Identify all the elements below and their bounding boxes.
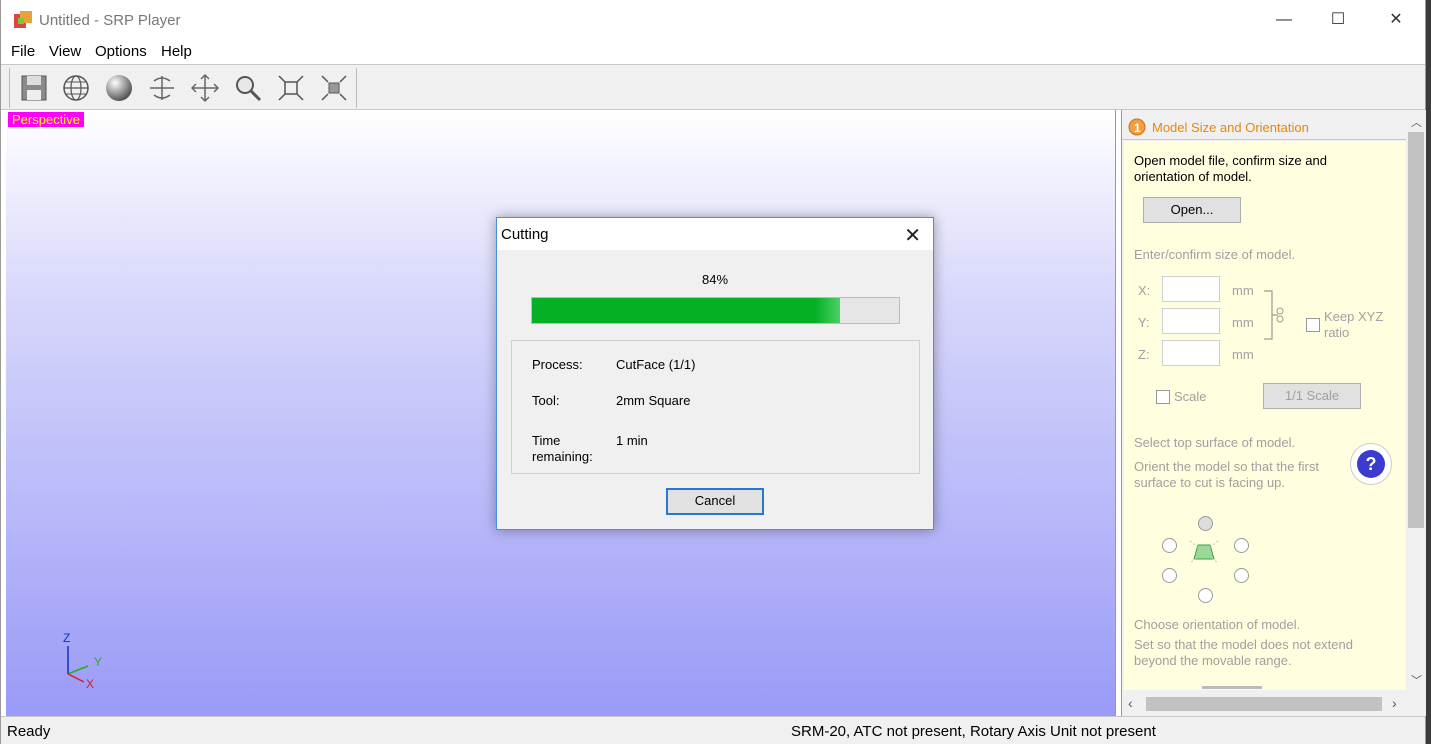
- keep-ratio-label-2: ratio: [1324, 325, 1350, 340]
- wireframe-globe-icon[interactable]: [60, 72, 92, 104]
- cutting-dialog: Cutting ✕ 84% Process: CutFace (1/1) Too…: [496, 217, 934, 530]
- intro-line-2: orientation of model.: [1134, 169, 1252, 184]
- menu-options[interactable]: Options: [95, 43, 147, 60]
- axis-indicator: Z Y X: [63, 631, 102, 690]
- status-machine: SRM-20, ATC not present, Rotary Axis Uni…: [791, 723, 1156, 740]
- top-surface-heading: Select top surface of model.: [1134, 435, 1296, 450]
- toolbar-group: [9, 68, 357, 108]
- y-size-field[interactable]: [1162, 308, 1220, 334]
- cancel-button[interactable]: Cancel: [666, 488, 764, 515]
- shaded-sphere-icon[interactable]: [103, 72, 135, 104]
- save-icon[interactable]: [18, 72, 50, 104]
- link-bracket-icon: [1264, 290, 1284, 340]
- orient-radio-left-lower[interactable]: [1162, 568, 1177, 583]
- dialog-title-bar[interactable]: Cutting ✕: [497, 218, 933, 250]
- orient-radio-right-upper[interactable]: [1234, 538, 1249, 553]
- help-button[interactable]: ?: [1350, 443, 1392, 485]
- zoom-icon[interactable]: [232, 72, 264, 104]
- window-title: Untitled - SRP Player: [39, 12, 181, 29]
- status-bar: Ready SRM-20, ATC not present, Rotary Ax…: [1, 716, 1425, 744]
- orient-line-2: surface to cut is facing up.: [1134, 475, 1286, 490]
- range-line-2: beyond the movable range.: [1134, 653, 1292, 668]
- model-size-panel: 1 Model Size and Orientation Open model …: [1121, 110, 1426, 716]
- time-label-line-1: Time: [532, 433, 561, 448]
- menu-view[interactable]: View: [49, 43, 81, 60]
- z-label: Z:: [1138, 347, 1150, 362]
- scroll-up-icon[interactable]: ︿: [1411, 114, 1422, 130]
- dialog-title: Cutting: [501, 226, 549, 243]
- z-size-field[interactable]: [1162, 340, 1220, 366]
- keep-ratio-label-1: Keep XYZ: [1324, 309, 1384, 324]
- time-label-line-2: remaining:: [532, 449, 593, 464]
- tool-label: Tool:: [532, 393, 560, 408]
- pan-icon[interactable]: [189, 72, 221, 104]
- x-unit: mm: [1232, 283, 1254, 298]
- one-to-one-scale-button[interactable]: 1/1 Scale: [1263, 383, 1361, 409]
- model-orientation-icon: [1189, 540, 1219, 564]
- keep-ratio-checkbox[interactable]: [1306, 318, 1320, 332]
- scroll-left-icon[interactable]: ‹: [1128, 695, 1133, 711]
- tool-value: 2mm Square: [616, 393, 691, 408]
- app-logo-icon: [14, 11, 32, 28]
- menu-help[interactable]: Help: [161, 43, 192, 60]
- perspective-label: Perspective: [8, 112, 84, 127]
- intro-line-1: Open model file, confirm size and: [1134, 153, 1327, 168]
- background-window-edge: [1426, 0, 1431, 744]
- progress-percent: 84%: [701, 272, 729, 287]
- axis-x-label: X: [86, 677, 94, 690]
- x-label: X:: [1138, 283, 1151, 298]
- next-hint-bar: [1202, 686, 1262, 689]
- panel-title: Model Size and Orientation: [1152, 120, 1309, 135]
- close-button[interactable]: ✕: [1367, 0, 1425, 40]
- job-info-box: Process: CutFace (1/1) Tool: 2mm Square …: [511, 340, 920, 474]
- rotate-icon[interactable]: [146, 72, 178, 104]
- panel-vertical-scrollbar[interactable]: ︿ ﹀: [1406, 112, 1426, 688]
- choose-orientation-heading: Choose orientation of model.: [1134, 617, 1301, 632]
- scroll-right-icon[interactable]: ›: [1392, 695, 1397, 711]
- scale-label: Scale: [1174, 389, 1207, 404]
- vertical-scroll-thumb[interactable]: [1408, 132, 1424, 528]
- orient-radio-left-upper[interactable]: [1162, 538, 1177, 553]
- status-ready: Ready: [7, 723, 51, 740]
- menu-file[interactable]: File: [11, 43, 35, 60]
- maximize-button[interactable]: ☐: [1309, 0, 1367, 40]
- y-label: Y:: [1138, 315, 1150, 330]
- y-unit: mm: [1232, 315, 1254, 330]
- orient-line-1: Orient the model so that the first: [1134, 459, 1319, 474]
- dialog-close-button[interactable]: ✕: [904, 223, 921, 248]
- orient-radio-right-lower[interactable]: [1234, 568, 1249, 583]
- panel-header: 1 Model Size and Orientation: [1122, 112, 1406, 140]
- orient-radio-top[interactable]: [1198, 516, 1213, 531]
- axis-y-label: Y: [94, 655, 102, 669]
- panel-body: Open model file, confirm size and orient…: [1124, 141, 1406, 690]
- orient-radio-bottom[interactable]: [1198, 588, 1213, 603]
- open-button[interactable]: Open...: [1143, 197, 1241, 223]
- axis-z-label: Z: [63, 631, 70, 645]
- menu-bar: File View Options Help: [1, 40, 1425, 64]
- progress-bar-fill: [532, 298, 841, 323]
- process-value: CutFace (1/1): [616, 357, 696, 372]
- help-icon: ?: [1357, 450, 1385, 478]
- z-unit: mm: [1232, 347, 1254, 362]
- time-remaining-value: 1 min: [616, 433, 648, 448]
- progress-bar: [531, 297, 900, 324]
- panel-horizontal-scrollbar[interactable]: ‹ ›: [1124, 694, 1406, 714]
- view-icon[interactable]: [318, 72, 350, 104]
- process-label: Process:: [532, 357, 583, 372]
- minimize-button[interactable]: —: [1255, 0, 1313, 40]
- step-one-icon: 1: [1128, 118, 1146, 136]
- title-bar[interactable]: Untitled - SRP Player — ☐ ✕: [1, 0, 1425, 40]
- horizontal-scroll-thumb[interactable]: [1146, 697, 1382, 711]
- toolbar: [1, 64, 1425, 110]
- scale-checkbox[interactable]: [1156, 390, 1170, 404]
- size-heading: Enter/confirm size of model.: [1134, 247, 1296, 262]
- x-size-field[interactable]: [1162, 276, 1220, 302]
- fit-all-icon[interactable]: [275, 72, 307, 104]
- scroll-down-icon[interactable]: ﹀: [1411, 672, 1422, 688]
- step-number: 1: [1134, 121, 1141, 135]
- range-line-1: Set so that the model does not extend: [1134, 637, 1353, 652]
